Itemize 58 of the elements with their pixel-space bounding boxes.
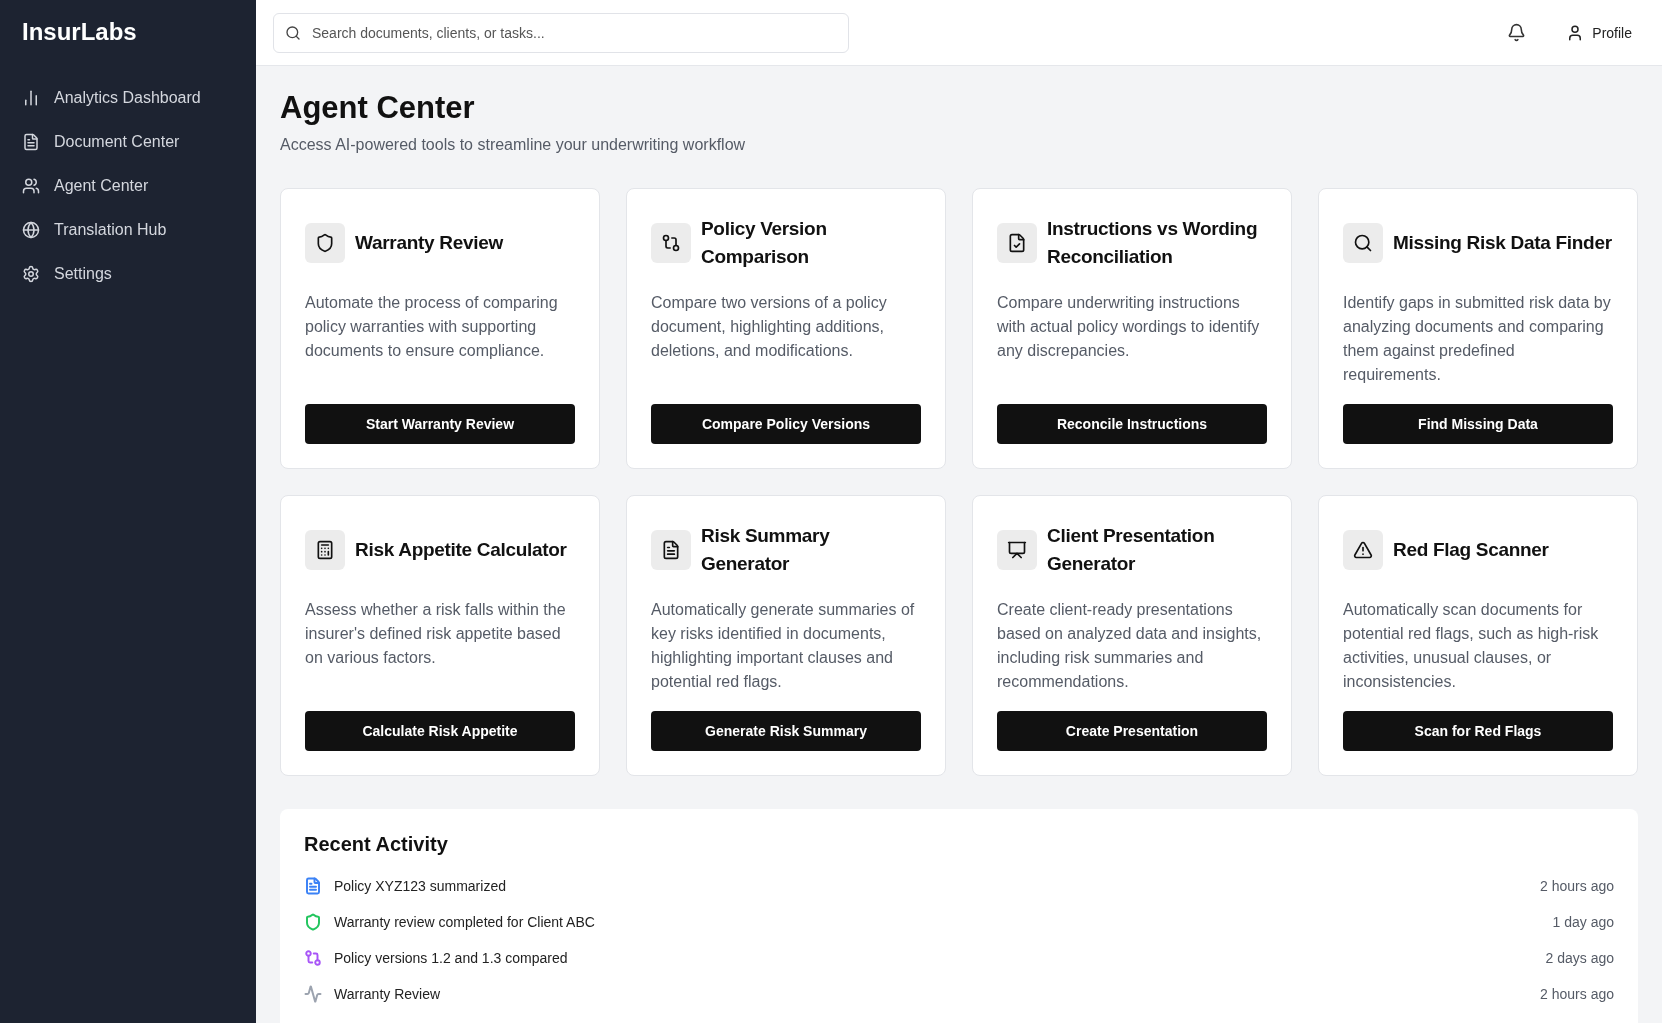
sidebar-item[interactable]: Agent Center bbox=[22, 164, 234, 208]
document-icon bbox=[22, 133, 40, 151]
action-button[interactable]: Scan for Red Flags bbox=[1343, 711, 1613, 751]
card-title: Risk Summary Generator bbox=[701, 524, 831, 576]
action-button[interactable]: Find Missing Data bbox=[1343, 404, 1613, 444]
brand-logo: InsurLabs bbox=[22, 18, 138, 46]
activity-time: 2 hours ago bbox=[1540, 986, 1614, 1002]
sidebar-item[interactable]: Analytics Dashboard bbox=[22, 76, 234, 120]
card-description: Create client-ready presentations based on analyzed data and insights, including risk summaries and recommendations. bbox=[997, 600, 1263, 692]
search-field[interactable]: Search documents, clients, or tasks... bbox=[273, 12, 849, 53]
activity-text: Policy versions 1.2 and 1.3 compared bbox=[334, 950, 569, 966]
users-icon bbox=[22, 177, 40, 195]
page-title: Agent Center bbox=[280, 90, 476, 126]
action-button[interactable]: Start Warranty Review bbox=[305, 404, 575, 444]
card-description: Identify gaps in submitted risk data by analyzing documents and comparing them against predefined requirements. bbox=[1343, 293, 1612, 385]
card-description: Compare underwriting instructions with actual policy wordings to identify any discrepancies. bbox=[997, 293, 1261, 361]
card-title: Warranty Review bbox=[355, 231, 503, 255]
card-title: Instructions vs Wording Reconciliation bbox=[1047, 217, 1259, 269]
page-subtitle: Access AI-powered tools to streamline your underwriting workflow bbox=[280, 136, 747, 154]
card-description: Automatically scan documents for potential red flags, such as high-risk activities, unusual clauses, or inconsistencies. bbox=[1343, 600, 1600, 692]
action-button[interactable]: Calculate Risk Appetite bbox=[305, 711, 575, 751]
bell-icon bbox=[1507, 23, 1527, 42]
calculator-icon bbox=[305, 530, 345, 570]
sidebar-item[interactable]: Document Center bbox=[22, 120, 234, 164]
action-button[interactable]: Create Presentation bbox=[997, 711, 1267, 751]
bar-chart-icon bbox=[22, 89, 40, 107]
activity-time: 1 day ago bbox=[1552, 914, 1614, 930]
action-button[interactable]: Compare Policy Versions bbox=[651, 404, 921, 444]
profile-button[interactable]: Profile bbox=[1560, 22, 1638, 43]
section-title: Recent Activity bbox=[304, 833, 449, 856]
activity-time: 2 days ago bbox=[1545, 950, 1614, 966]
shield-icon bbox=[305, 223, 345, 263]
card-description: Automate the process of comparing policy warranties with supporting documents to ensure compliance. bbox=[305, 293, 559, 361]
activity-text: Policy XYZ123 summarized bbox=[334, 878, 507, 894]
globe-icon bbox=[22, 221, 40, 239]
card-description: Assess whether a risk falls within the insurer's defined risk appetite based on various factors. bbox=[305, 600, 567, 668]
card-description: Automatically generate summaries of key risks identified in documents, highlighting important clauses and potential red flags. bbox=[651, 600, 916, 692]
card-title: Client Presentation Generator bbox=[1047, 524, 1216, 576]
action-button[interactable]: Reconcile Instructions bbox=[997, 404, 1267, 444]
activity-text: Warranty Review bbox=[334, 986, 442, 1002]
presentation-icon bbox=[997, 530, 1037, 570]
card-title: Missing Risk Data Finder bbox=[1393, 231, 1612, 255]
document-icon bbox=[651, 530, 691, 570]
card-title: Red Flag Scanner bbox=[1393, 538, 1549, 562]
search-icon bbox=[285, 24, 301, 41]
card-title: Policy Version Comparison bbox=[701, 217, 828, 269]
activity-text: Warranty review completed for Client ABC bbox=[334, 914, 596, 930]
sidebar-item[interactable]: Settings bbox=[22, 252, 234, 296]
card-title: Risk Appetite Calculator bbox=[355, 538, 567, 562]
search-icon bbox=[1343, 223, 1383, 263]
file-check-icon bbox=[997, 223, 1037, 263]
card-description: Compare two versions of a policy document, highlighting additions, deletions, and modifications. bbox=[651, 293, 888, 361]
compare-icon bbox=[651, 223, 691, 263]
action-button[interactable]: Generate Risk Summary bbox=[651, 711, 921, 751]
activity-time: 2 hours ago bbox=[1540, 878, 1614, 894]
settings-icon bbox=[22, 265, 40, 283]
sidebar-item[interactable]: Translation Hub bbox=[22, 208, 234, 252]
warning-icon bbox=[1343, 530, 1383, 570]
